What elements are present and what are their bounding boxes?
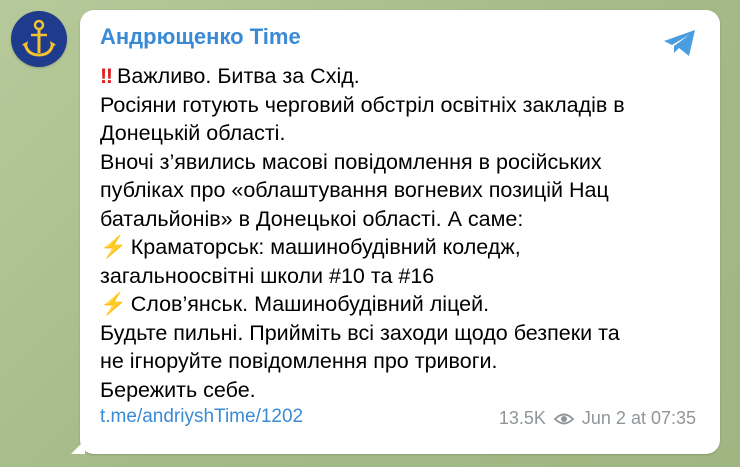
view-count: 13.5K [498, 408, 546, 428]
post-link[interactable]: t.me/andriyshTime/1202 [100, 406, 303, 428]
message-line: не ігноруйте повідомлення про тривоги. [100, 349, 498, 373]
message-meta: 13.5K Jun 2 at 07:35 [499, 408, 696, 429]
message-line: ⚡ Краматорськ: машинобудівний коледж, [100, 235, 521, 259]
channel-name[interactable]: Андрющенко Time [100, 24, 301, 50]
telegram-share-icon[interactable] [662, 28, 698, 58]
message-line: Вночі з’явились масові повідомлення в ро… [100, 149, 602, 174]
message-line: Будьте пильні. Прийміть всі заходи щодо … [100, 320, 620, 345]
lightning-icon: ⚡ [100, 235, 127, 259]
channel-avatar[interactable] [11, 11, 67, 67]
message-line: ⚡ Слов’янськ. Машинобудівний ліцей. [100, 292, 490, 316]
message-timestamp: Jun 2 at 07:35 [581, 408, 696, 428]
message-line: публіках про «облаштування вогневих пози… [100, 178, 609, 202]
message-line: Донецькій області. [100, 121, 286, 145]
eye-icon [553, 413, 574, 424]
message-line: Бережить себе. [100, 377, 256, 402]
message-line: Росіяни готують черговий обстріл освітні… [100, 92, 625, 117]
double-exclamation-icon: ‼ [100, 64, 113, 88]
message-line: ‼ Важливо. Битва за Схід. [100, 64, 360, 88]
message-text: ‼ Важливо. Битва за Схід. Росіяни готують… [100, 62, 710, 404]
lightning-icon: ⚡ [100, 292, 127, 316]
message-line: батальйонів» в Донецькоі області. А саме… [100, 206, 524, 231]
anchor-icon [22, 19, 56, 57]
message-line: загальноосвітні школи #10 та #16 [100, 263, 435, 288]
message-bubble: Андрющенко Time ‼ Важливо. Битва за Схід.… [71, 10, 720, 454]
